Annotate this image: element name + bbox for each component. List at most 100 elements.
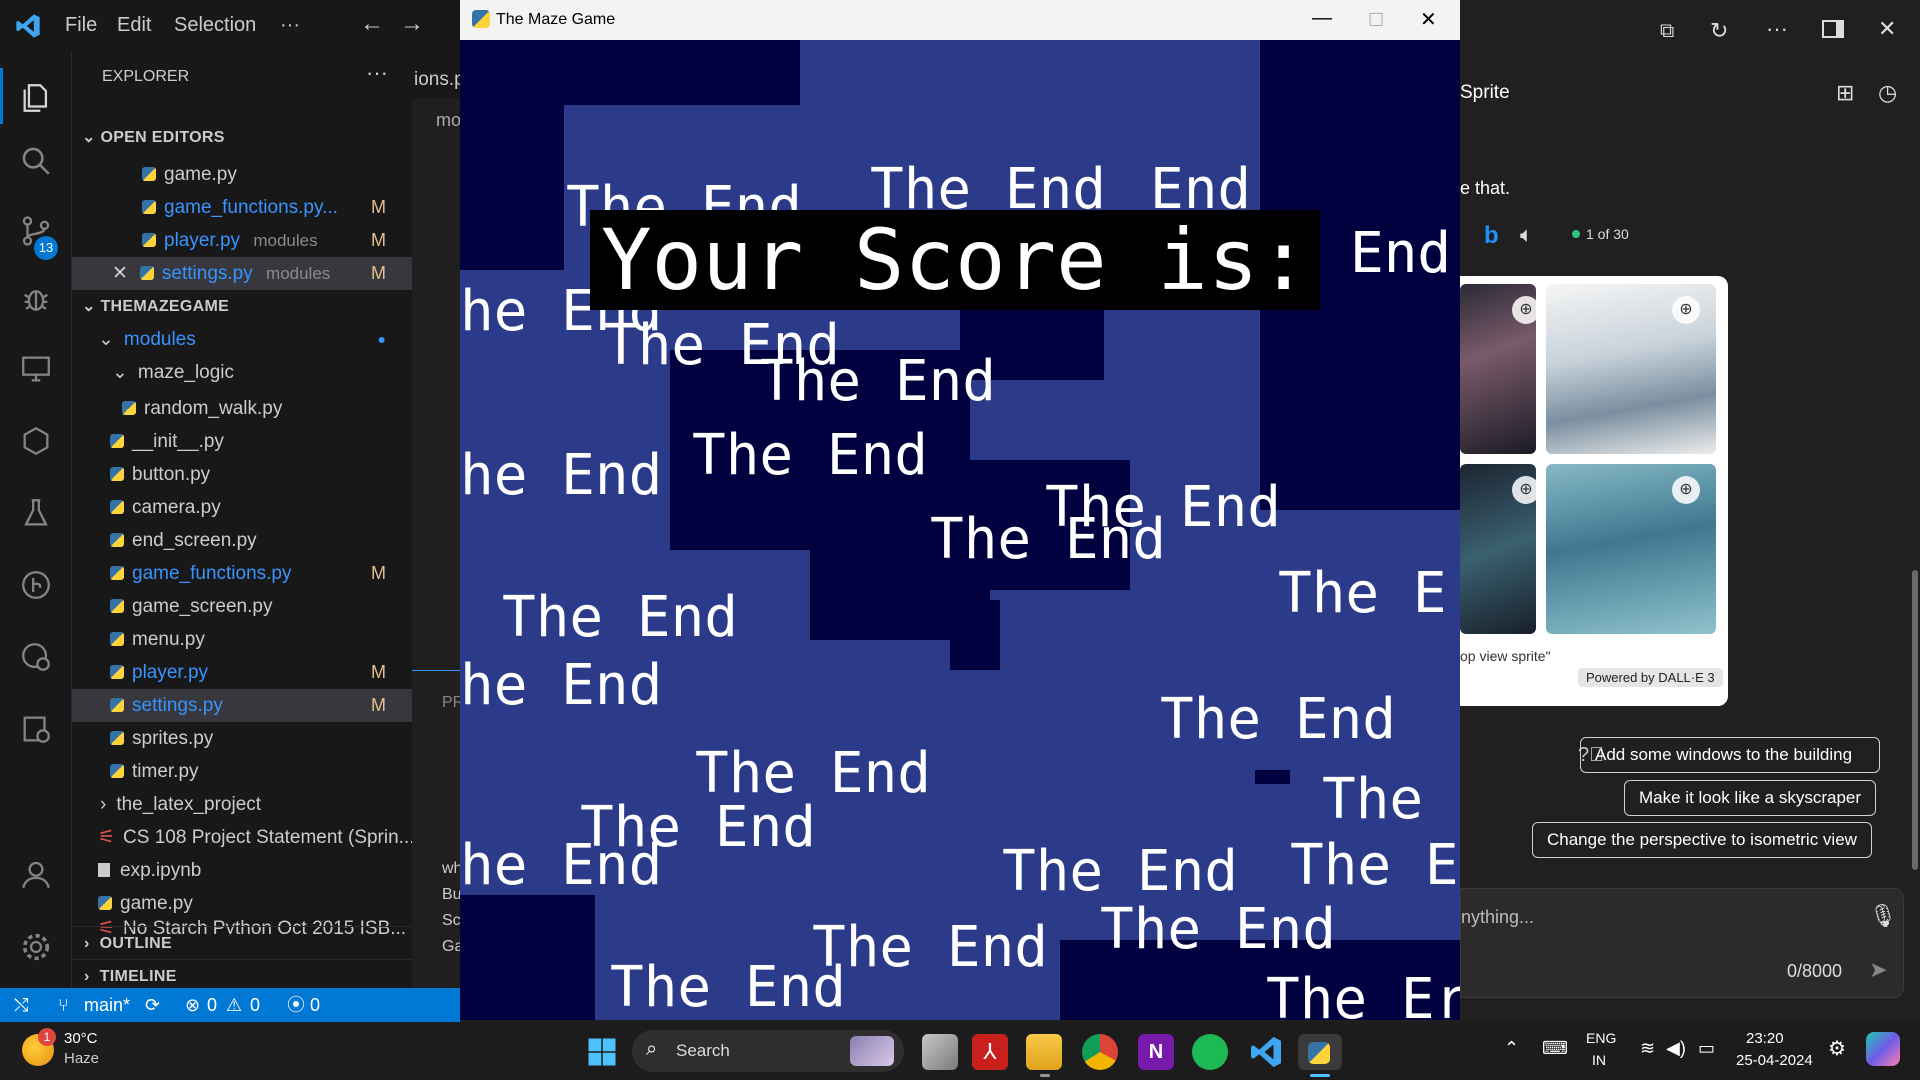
- tree-folder[interactable]: ⌄ maze_logic: [72, 356, 412, 389]
- onenote-icon[interactable]: N: [1138, 1034, 1174, 1070]
- acrobat-icon[interactable]: ⅄: [972, 1034, 1008, 1070]
- tree-file[interactable]: sprites.py: [72, 722, 412, 755]
- weather-temp[interactable]: 30°C: [64, 1030, 98, 1047]
- tree-file[interactable]: exp.ipynb: [72, 854, 412, 887]
- image-action-icon[interactable]: ⊕: [1672, 476, 1700, 504]
- branch-icon[interactable]: ⑂: [58, 988, 69, 1022]
- ports-count[interactable]: 0: [310, 988, 320, 1022]
- ports-icon[interactable]: ⦿: [287, 988, 305, 1022]
- speaker-icon[interactable]: 🔈︎: [1520, 222, 1533, 248]
- clock-date[interactable]: 25-04-2024: [1736, 1052, 1813, 1069]
- clock-time[interactable]: 23:20: [1746, 1030, 1784, 1047]
- sync-icon[interactable]: ⟳: [145, 988, 160, 1022]
- minimize-icon[interactable]: —: [1312, 0, 1332, 38]
- testing-icon[interactable]: [18, 496, 54, 532]
- tree-file[interactable]: end_screen.py: [72, 524, 412, 557]
- python-taskbar-icon[interactable]: [1298, 1034, 1342, 1070]
- battery-icon[interactable]: ▭: [1698, 1038, 1715, 1059]
- remote-explorer-icon[interactable]: [18, 352, 54, 388]
- remote-icon[interactable]: ⤭: [14, 988, 28, 1022]
- menu-file[interactable]: File: [65, 14, 97, 37]
- open-editor-item[interactable]: game_functions.py... M: [72, 191, 412, 224]
- tree-file[interactable]: menu.py: [72, 623, 412, 656]
- close-icon[interactable]: ✕: [1878, 16, 1896, 42]
- scrollbar[interactable]: [1912, 570, 1918, 870]
- error-count[interactable]: 0: [207, 988, 217, 1022]
- search-icon[interactable]: [18, 144, 54, 180]
- tree-file[interactable]: ⚟ CS 108 Project Statement (Sprin...: [72, 821, 412, 854]
- suggestion-button[interactable]: Add some windows to the building: [1580, 737, 1880, 773]
- settings-gear-icon[interactable]: [18, 930, 54, 966]
- chat-input-box[interactable]: nything... 🎙︎ 0/8000 ➤: [1460, 888, 1904, 998]
- tree-file-selected[interactable]: settings.py M: [72, 689, 412, 722]
- docker-settings-icon[interactable]: [18, 712, 54, 748]
- language-top[interactable]: ENG: [1586, 1030, 1616, 1046]
- spotify-icon[interactable]: [1192, 1034, 1228, 1070]
- explorer-more-icon[interactable]: ···: [366, 60, 388, 86]
- vscode-logo-icon[interactable]: [14, 12, 42, 40]
- extensions-icon[interactable]: [18, 424, 54, 460]
- live-share-icon[interactable]: [18, 640, 54, 676]
- image-action-icon[interactable]: ⊕: [1512, 476, 1540, 504]
- microphone-icon[interactable]: 🎙︎: [1869, 903, 1897, 929]
- tree-file[interactable]: button.py: [72, 458, 412, 491]
- more-options-icon[interactable]: ···: [1766, 16, 1788, 42]
- warning-count[interactable]: 0: [250, 988, 260, 1022]
- debug-icon[interactable]: [18, 282, 54, 318]
- error-icon[interactable]: ⊗: [185, 988, 200, 1022]
- breadcrumb[interactable]: mo: [436, 110, 460, 131]
- plugins-icon[interactable]: ⊞: [1836, 80, 1854, 106]
- task-view-icon[interactable]: [922, 1034, 958, 1070]
- open-new-window-icon[interactable]: ⧉: [1660, 20, 1674, 43]
- menu-edit[interactable]: Edit: [117, 14, 151, 37]
- language-bottom[interactable]: IN: [1592, 1052, 1606, 1068]
- project-header[interactable]: ⌄ THEMAZEGAME: [72, 290, 412, 323]
- outline-header[interactable]: › OUTLINE: [72, 926, 412, 959]
- start-button[interactable]: [584, 1034, 620, 1070]
- history-icon[interactable]: ◷: [1878, 80, 1897, 106]
- copilot-taskbar-icon[interactable]: [1866, 1032, 1900, 1066]
- tree-folder[interactable]: ⌄ modules ●: [72, 323, 412, 356]
- tree-folder[interactable]: › the_latex_project: [72, 788, 412, 821]
- weather-desc[interactable]: Haze: [64, 1050, 99, 1067]
- tree-file[interactable]: __init__.py: [72, 425, 412, 458]
- chevron-up-icon[interactable]: ⌃: [1504, 1038, 1519, 1059]
- chrome-icon[interactable]: [1082, 1034, 1118, 1070]
- split-view-icon[interactable]: [1822, 20, 1844, 38]
- vscode-taskbar-icon[interactable]: [1248, 1034, 1284, 1070]
- tree-file[interactable]: game_screen.py: [72, 590, 412, 623]
- close-icon[interactable]: ✕: [1420, 0, 1437, 40]
- forward-arrow-icon[interactable]: →: [400, 10, 424, 38]
- tree-file[interactable]: random_walk.py: [72, 392, 412, 425]
- open-editor-item[interactable]: player.py modules M: [72, 224, 412, 257]
- warning-icon[interactable]: ⚠: [226, 988, 242, 1022]
- explorer-icon[interactable]: [18, 80, 54, 116]
- back-arrow-icon[interactable]: ←: [360, 10, 384, 38]
- editor-tab[interactable]: ions.p: [412, 52, 460, 98]
- open-editors-header[interactable]: ⌄ OPEN EDITORS: [72, 121, 412, 154]
- notification-icon[interactable]: ⚙: [1828, 1036, 1846, 1061]
- file-explorer-icon[interactable]: [1026, 1034, 1062, 1070]
- image-action-icon[interactable]: ⊕: [1512, 296, 1540, 324]
- refresh-icon[interactable]: ↻: [1710, 18, 1728, 44]
- account-icon[interactable]: [18, 858, 54, 894]
- branch-name[interactable]: main*: [84, 988, 130, 1022]
- search-box[interactable]: ⌕ Search: [632, 1030, 904, 1072]
- send-icon[interactable]: ➤: [1869, 957, 1887, 983]
- open-editor-item[interactable]: game.py: [72, 158, 412, 191]
- suggestion-button[interactable]: Make it look like a skyscraper: [1624, 780, 1877, 816]
- keyboard-icon[interactable]: ⌨: [1542, 1038, 1568, 1059]
- menu-selection[interactable]: Selection: [174, 14, 256, 37]
- menu-more[interactable]: ···: [280, 14, 300, 37]
- suggestion-button[interactable]: Change the perspective to isometric view: [1532, 822, 1872, 858]
- chat-input-placeholder[interactable]: nything...: [1461, 907, 1534, 928]
- tree-file[interactable]: game_functions.py M: [72, 557, 412, 590]
- maximize-icon[interactable]: ☐: [1368, 0, 1384, 40]
- git-graph-icon[interactable]: [18, 568, 54, 604]
- tree-file[interactable]: player.py M: [72, 656, 412, 689]
- tree-file[interactable]: camera.py: [72, 491, 412, 524]
- image-action-icon[interactable]: ⊕: [1672, 296, 1700, 324]
- wifi-icon[interactable]: ≋: [1640, 1038, 1655, 1059]
- game-canvas[interactable]: The End The End End End he End The End T…: [460, 40, 1460, 1020]
- close-icon[interactable]: ✕: [112, 263, 128, 284]
